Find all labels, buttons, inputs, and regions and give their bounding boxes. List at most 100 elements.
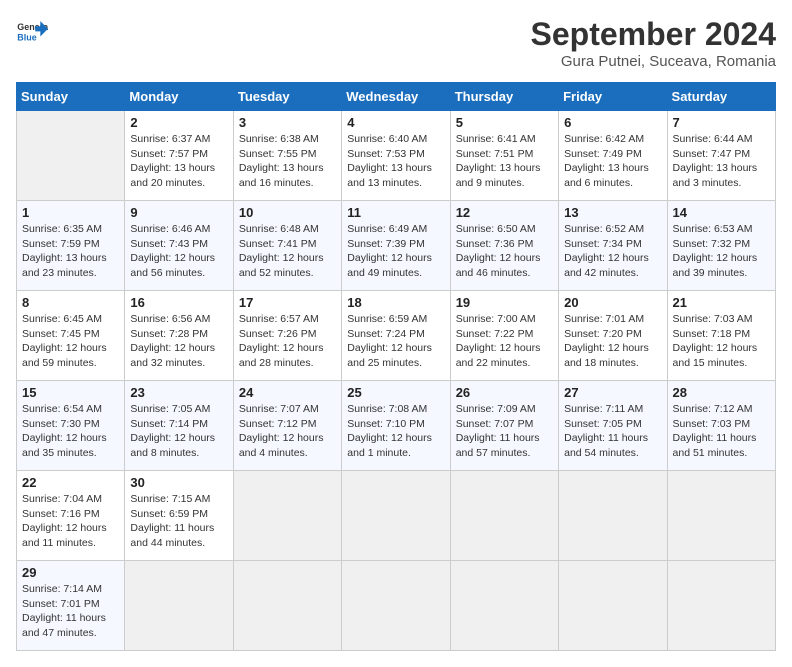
- day-info: Sunrise: 7:01 AM Sunset: 7:20 PM Dayligh…: [564, 312, 661, 371]
- page-subtitle: Gura Putnei, Suceava, Romania: [531, 53, 776, 70]
- day-info: Sunrise: 6:59 AM Sunset: 7:24 PM Dayligh…: [347, 312, 444, 371]
- day-info: Sunrise: 7:08 AM Sunset: 7:10 PM Dayligh…: [347, 402, 444, 461]
- sunset-time: Sunset: 7:14 PM: [130, 418, 208, 430]
- daylight-hours: Daylight: 12 hours and 42 minutes.: [564, 252, 649, 279]
- day-info: Sunrise: 7:14 AM Sunset: 7:01 PM Dayligh…: [22, 582, 119, 641]
- day-number: 3: [239, 115, 336, 130]
- table-row: 16 Sunrise: 6:56 AM Sunset: 7:28 PM Dayl…: [125, 291, 233, 381]
- sunset-time: Sunset: 7:24 PM: [347, 328, 425, 340]
- sunrise-time: Sunrise: 6:50 AM: [456, 223, 536, 235]
- day-number: 1: [22, 205, 119, 220]
- sunset-time: Sunset: 7:47 PM: [673, 148, 751, 160]
- day-number: 14: [673, 205, 770, 220]
- col-saturday: Saturday: [667, 83, 775, 111]
- svg-text:Blue: Blue: [17, 32, 36, 42]
- col-friday: Friday: [559, 83, 667, 111]
- daylight-hours: Daylight: 12 hours and 46 minutes.: [456, 252, 541, 279]
- sunrise-time: Sunrise: 6:46 AM: [130, 223, 210, 235]
- table-row: 7 Sunrise: 6:44 AM Sunset: 7:47 PM Dayli…: [667, 111, 775, 201]
- sunset-time: Sunset: 7:30 PM: [22, 418, 100, 430]
- daylight-hours: Daylight: 12 hours and 22 minutes.: [456, 342, 541, 369]
- sunrise-time: Sunrise: 7:08 AM: [347, 403, 427, 415]
- day-number: 30: [130, 475, 227, 490]
- daylight-hours: Daylight: 12 hours and 18 minutes.: [564, 342, 649, 369]
- day-info: Sunrise: 6:49 AM Sunset: 7:39 PM Dayligh…: [347, 222, 444, 281]
- day-info: Sunrise: 6:42 AM Sunset: 7:49 PM Dayligh…: [564, 132, 661, 191]
- table-row: [233, 471, 341, 561]
- table-row: [667, 471, 775, 561]
- day-info: Sunrise: 7:04 AM Sunset: 7:16 PM Dayligh…: [22, 492, 119, 551]
- sunrise-time: Sunrise: 6:56 AM: [130, 313, 210, 325]
- sunset-time: Sunset: 7:01 PM: [22, 598, 100, 610]
- table-row: 12 Sunrise: 6:50 AM Sunset: 7:36 PM Dayl…: [450, 201, 558, 291]
- sunrise-time: Sunrise: 6:59 AM: [347, 313, 427, 325]
- col-monday: Monday: [125, 83, 233, 111]
- day-number: 28: [673, 385, 770, 400]
- daylight-hours: Daylight: 12 hours and 8 minutes.: [130, 432, 215, 459]
- table-row: 6 Sunrise: 6:42 AM Sunset: 7:49 PM Dayli…: [559, 111, 667, 201]
- daylight-hours: Daylight: 12 hours and 56 minutes.: [130, 252, 215, 279]
- day-number: 21: [673, 295, 770, 310]
- sunset-time: Sunset: 7:59 PM: [22, 238, 100, 250]
- col-sunday: Sunday: [17, 83, 125, 111]
- day-number: 19: [456, 295, 553, 310]
- sunrise-time: Sunrise: 7:12 AM: [673, 403, 753, 415]
- daylight-hours: Daylight: 11 hours and 51 minutes.: [673, 432, 757, 459]
- table-row: [667, 561, 775, 651]
- table-row: 10 Sunrise: 6:48 AM Sunset: 7:41 PM Dayl…: [233, 201, 341, 291]
- table-row: 3 Sunrise: 6:38 AM Sunset: 7:55 PM Dayli…: [233, 111, 341, 201]
- day-number: 2: [130, 115, 227, 130]
- day-number: 25: [347, 385, 444, 400]
- day-number: 10: [239, 205, 336, 220]
- daylight-hours: Daylight: 11 hours and 47 minutes.: [22, 612, 106, 639]
- sunset-time: Sunset: 7:12 PM: [239, 418, 317, 430]
- day-number: 5: [456, 115, 553, 130]
- day-info: Sunrise: 6:56 AM Sunset: 7:28 PM Dayligh…: [130, 312, 227, 371]
- table-row: 25 Sunrise: 7:08 AM Sunset: 7:10 PM Dayl…: [342, 381, 450, 471]
- table-row: 14 Sunrise: 6:53 AM Sunset: 7:32 PM Dayl…: [667, 201, 775, 291]
- sunrise-time: Sunrise: 7:03 AM: [673, 313, 753, 325]
- day-number: 11: [347, 205, 444, 220]
- sunset-time: Sunset: 7:20 PM: [564, 328, 642, 340]
- sunrise-time: Sunrise: 6:41 AM: [456, 133, 536, 145]
- table-row: 4 Sunrise: 6:40 AM Sunset: 7:53 PM Dayli…: [342, 111, 450, 201]
- day-number: 6: [564, 115, 661, 130]
- table-row: 30 Sunrise: 7:15 AM Sunset: 6:59 PM Dayl…: [125, 471, 233, 561]
- daylight-hours: Daylight: 12 hours and 15 minutes.: [673, 342, 758, 369]
- sunrise-time: Sunrise: 6:49 AM: [347, 223, 427, 235]
- table-row: [233, 561, 341, 651]
- sunset-time: Sunset: 7:49 PM: [564, 148, 642, 160]
- day-number: 7: [673, 115, 770, 130]
- sunset-time: Sunset: 7:41 PM: [239, 238, 317, 250]
- day-number: 9: [130, 205, 227, 220]
- day-info: Sunrise: 6:53 AM Sunset: 7:32 PM Dayligh…: [673, 222, 770, 281]
- daylight-hours: Daylight: 12 hours and 35 minutes.: [22, 432, 107, 459]
- table-row: 24 Sunrise: 7:07 AM Sunset: 7:12 PM Dayl…: [233, 381, 341, 471]
- day-number: 23: [130, 385, 227, 400]
- sunset-time: Sunset: 7:51 PM: [456, 148, 534, 160]
- daylight-hours: Daylight: 13 hours and 6 minutes.: [564, 162, 649, 189]
- day-info: Sunrise: 6:54 AM Sunset: 7:30 PM Dayligh…: [22, 402, 119, 461]
- daylight-hours: Daylight: 12 hours and 39 minutes.: [673, 252, 758, 279]
- calendar-week-row: 2 Sunrise: 6:37 AM Sunset: 7:57 PM Dayli…: [17, 111, 776, 201]
- table-row: 27 Sunrise: 7:11 AM Sunset: 7:05 PM Dayl…: [559, 381, 667, 471]
- day-info: Sunrise: 7:09 AM Sunset: 7:07 PM Dayligh…: [456, 402, 553, 461]
- day-number: 13: [564, 205, 661, 220]
- day-number: 17: [239, 295, 336, 310]
- sunrise-time: Sunrise: 7:04 AM: [22, 493, 102, 505]
- calendar-week-row: 22 Sunrise: 7:04 AM Sunset: 7:16 PM Dayl…: [17, 471, 776, 561]
- sunset-time: Sunset: 7:18 PM: [673, 328, 751, 340]
- sunrise-time: Sunrise: 6:53 AM: [673, 223, 753, 235]
- logo: General Blue: [16, 16, 48, 48]
- daylight-hours: Daylight: 12 hours and 1 minute.: [347, 432, 432, 459]
- table-row: [125, 561, 233, 651]
- sunrise-time: Sunrise: 7:00 AM: [456, 313, 536, 325]
- daylight-hours: Daylight: 13 hours and 16 minutes.: [239, 162, 324, 189]
- table-row: [17, 111, 125, 201]
- daylight-hours: Daylight: 12 hours and 52 minutes.: [239, 252, 324, 279]
- col-wednesday: Wednesday: [342, 83, 450, 111]
- col-thursday: Thursday: [450, 83, 558, 111]
- sunrise-time: Sunrise: 6:37 AM: [130, 133, 210, 145]
- day-number: 8: [22, 295, 119, 310]
- day-number: 24: [239, 385, 336, 400]
